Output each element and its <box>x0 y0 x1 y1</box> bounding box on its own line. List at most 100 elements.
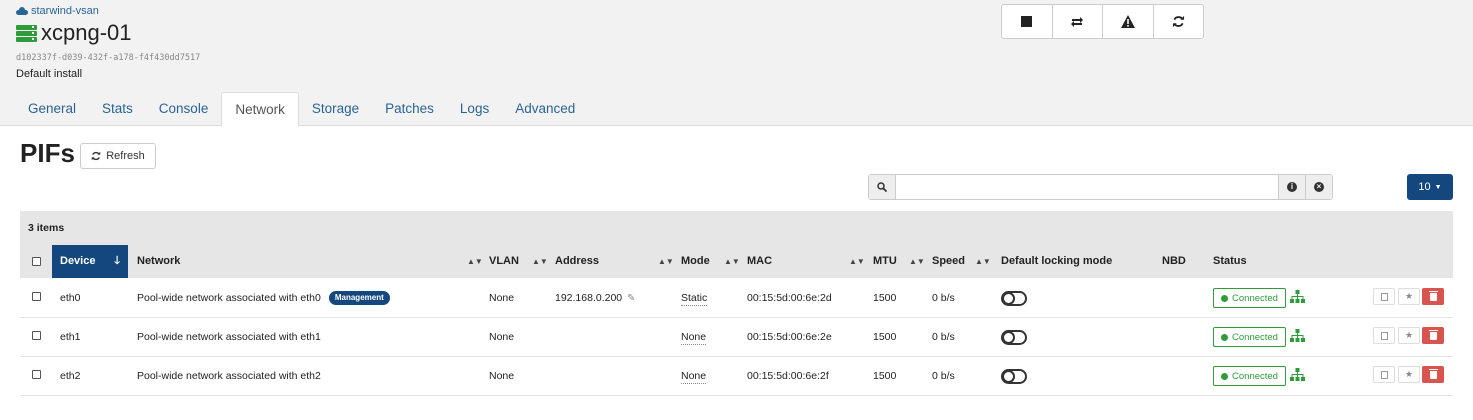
pool-name[interactable]: starwind-vsan <box>31 5 99 17</box>
copy-icon <box>1378 290 1388 301</box>
network-cell: Pool-wide network associated with eth2 <box>137 357 321 396</box>
mode-cell[interactable]: Static <box>681 279 708 318</box>
column-speed[interactable]: Speed <box>932 245 965 278</box>
restart-icon <box>1071 16 1084 27</box>
management-badge: Management <box>328 291 390 306</box>
mac-cell: 00:15:5d:00:6e:2f <box>747 370 829 382</box>
sort-icon[interactable]: ▲▼ <box>532 245 548 278</box>
refresh-button[interactable]: Refresh <box>80 143 156 169</box>
page-size-dropdown[interactable]: 10 ▼ <box>1407 174 1453 200</box>
tab-general[interactable]: General <box>15 92 89 126</box>
table-row: eth1 Pool-wide network associated with e… <box>20 318 1453 357</box>
network-icon <box>1290 329 1305 342</box>
tab-stats[interactable]: Stats <box>89 92 146 126</box>
delete-button[interactable] <box>1422 288 1444 305</box>
sort-icon[interactable]: ▲▼ <box>975 245 991 278</box>
row-checkbox[interactable] <box>32 292 41 301</box>
host-tabs: General Stats Console Network Storage Pa… <box>15 92 588 127</box>
search-info-button[interactable]: i <box>1278 175 1305 199</box>
column-network[interactable]: Network <box>137 245 180 278</box>
tab-logs[interactable]: Logs <box>447 92 502 126</box>
pool-link[interactable]: starwind-vsan <box>16 5 99 17</box>
mac-cell: 00:15:5d:00:6e:2e <box>747 331 832 343</box>
tab-network[interactable]: Network <box>221 92 299 127</box>
reboot-button[interactable] <box>1154 5 1204 38</box>
sort-icon[interactable]: ▲▼ <box>658 245 674 278</box>
speed-cell: 0 b/s <box>932 331 955 343</box>
sort-icon[interactable]: ▲▼ <box>909 245 925 278</box>
star-button[interactable]: ★ <box>1398 327 1420 344</box>
search-icon <box>877 182 887 192</box>
refresh-icon <box>91 151 101 161</box>
column-device[interactable]: Device 🡓 <box>52 245 128 278</box>
section-title: PIFs <box>20 138 75 168</box>
tab-storage[interactable]: Storage <box>299 92 372 126</box>
mode-value[interactable]: None <box>681 318 707 345</box>
status-dot <box>1221 333 1229 341</box>
column-vlan[interactable]: VLAN <box>489 245 519 278</box>
star-button[interactable]: ★ <box>1398 288 1420 305</box>
emergency-shutdown-button[interactable] <box>1103 5 1154 38</box>
delete-button[interactable] <box>1422 366 1444 383</box>
copy-button[interactable] <box>1373 327 1395 344</box>
column-mode[interactable]: Mode <box>681 245 710 278</box>
search-input[interactable] <box>896 175 1278 199</box>
device-cell: eth1 <box>60 331 81 343</box>
host-description[interactable]: Default install <box>16 68 82 80</box>
status-badge[interactable]: Connected <box>1213 327 1286 347</box>
host-header: starwind-vsan xcpng-01 d102337f-d039-432… <box>0 0 1473 127</box>
vlan-cell: None <box>489 370 515 382</box>
stop-icon <box>1021 16 1033 27</box>
table-row: eth0 Pool-wide network associated with e… <box>20 279 1453 318</box>
locking-mode-toggle[interactable] <box>1001 330 1027 345</box>
copy-button[interactable] <box>1373 288 1395 305</box>
search-clear-button[interactable]: × <box>1305 175 1332 199</box>
network-name[interactable]: Pool-wide network associated with eth0 <box>137 292 321 304</box>
delete-button[interactable] <box>1422 327 1444 344</box>
host-uuid: d102337f-d039-432f-a178-f4f430dd7517 <box>16 53 201 63</box>
server-icon <box>16 24 37 42</box>
tab-advanced[interactable]: Advanced <box>502 92 588 126</box>
network-icon <box>1290 290 1305 303</box>
column-mac[interactable]: MAC <box>747 245 772 278</box>
locking-mode-toggle[interactable] <box>1001 369 1027 384</box>
warning-icon <box>1120 15 1135 28</box>
status-badge[interactable]: Connected <box>1213 366 1286 386</box>
host-action-group <box>1001 4 1204 39</box>
mode-cell[interactable]: None <box>681 318 707 357</box>
trash-icon <box>1428 368 1438 379</box>
stop-button[interactable] <box>1002 5 1053 38</box>
table-row: eth2 Pool-wide network associated with e… <box>20 357 1453 396</box>
sort-icon[interactable]: ▲▼ <box>724 245 740 278</box>
mode-value[interactable]: None <box>681 357 707 384</box>
star-icon: ★ <box>1404 330 1414 340</box>
device-cell: eth2 <box>60 370 81 382</box>
copy-icon <box>1378 329 1388 340</box>
locking-mode-toggle[interactable] <box>1001 291 1027 306</box>
items-count: 3 items <box>20 211 1453 245</box>
row-checkbox[interactable] <box>32 331 41 340</box>
mode-cell[interactable]: None <box>681 357 707 396</box>
pencil-icon[interactable]: ✎ <box>627 293 635 304</box>
network-name[interactable]: Pool-wide network associated with eth1 <box>137 331 321 343</box>
column-mtu[interactable]: MTU <box>873 245 897 278</box>
tab-console[interactable]: Console <box>146 92 222 126</box>
row-checkbox[interactable] <box>32 370 41 379</box>
select-all-checkbox[interactable] <box>32 257 41 266</box>
speed-cell: 0 b/s <box>932 370 955 382</box>
mode-value[interactable]: Static <box>681 279 708 306</box>
tab-patches[interactable]: Patches <box>372 92 447 126</box>
host-name[interactable]: xcpng-01 <box>41 20 132 46</box>
network-name[interactable]: Pool-wide network associated with eth2 <box>137 370 321 382</box>
star-button[interactable]: ★ <box>1398 366 1420 383</box>
address-cell[interactable]: 192.168.0.200 ✎ <box>555 279 635 318</box>
column-address[interactable]: Address <box>555 245 599 278</box>
restart-toolstack-button[interactable] <box>1053 5 1103 38</box>
status-dot <box>1221 372 1229 380</box>
sort-icon[interactable]: ▲▼ <box>849 245 865 278</box>
address-value[interactable]: 192.168.0.200 <box>555 292 622 304</box>
mtu-cell: 1500 <box>873 292 897 304</box>
copy-button[interactable] <box>1373 366 1395 383</box>
status-badge[interactable]: Connected <box>1213 288 1286 308</box>
sort-icon[interactable]: ▲▼ <box>467 245 483 278</box>
